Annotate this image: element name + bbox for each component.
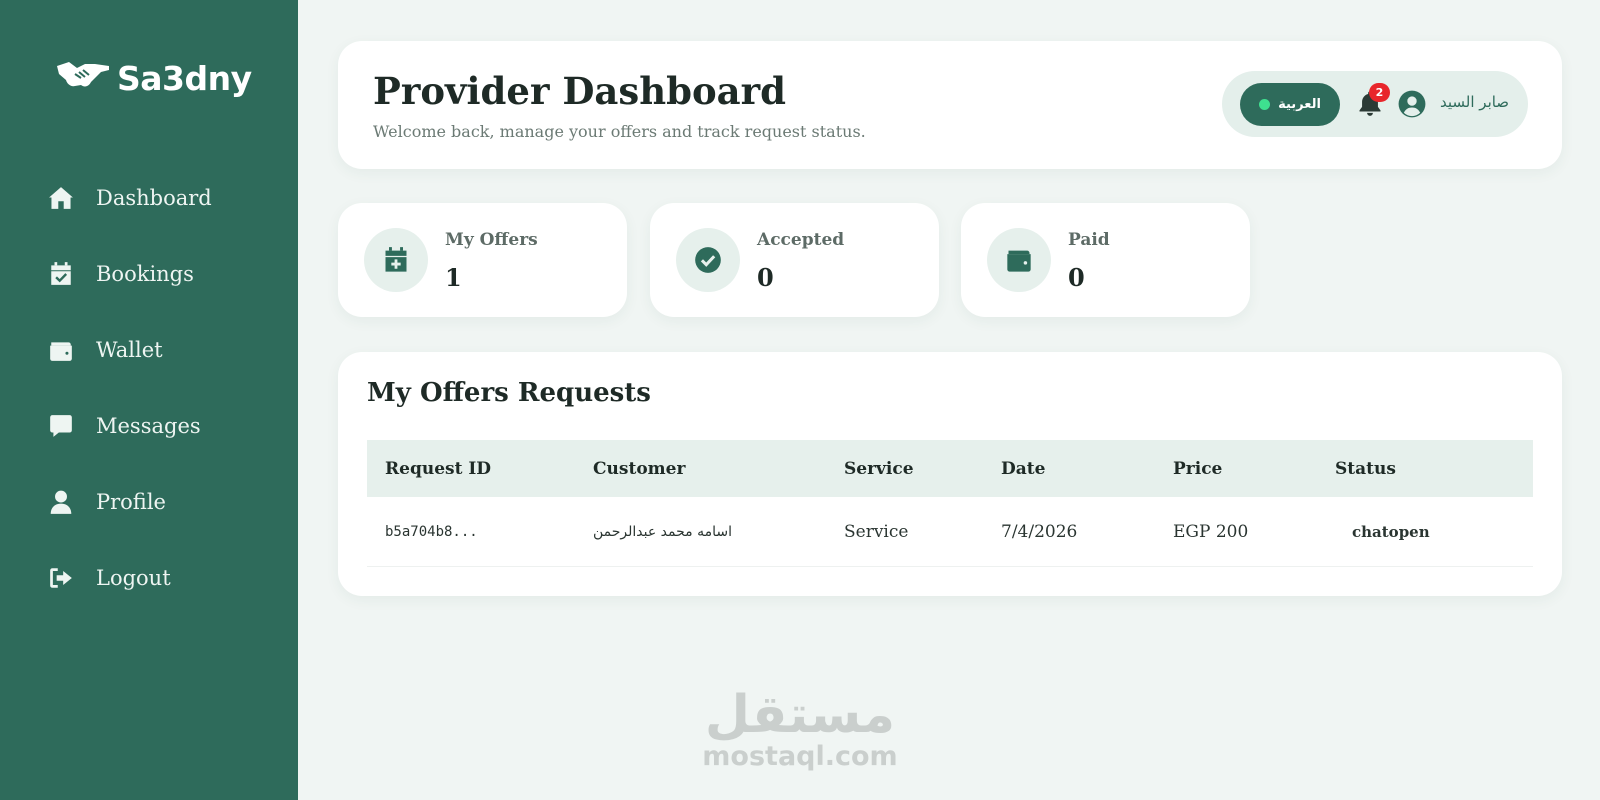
user-icon	[46, 487, 76, 517]
watermark: مستقل mostaql.com	[700, 688, 900, 772]
handshake-icon	[55, 58, 111, 98]
sidebar-item-wallet[interactable]: Wallet	[46, 330, 212, 370]
check-circle-icon	[676, 228, 740, 292]
column-header-request-id: Request ID	[385, 458, 492, 479]
avatar[interactable]	[1398, 90, 1426, 118]
brand-logo[interactable]: Sa3dny	[55, 58, 252, 98]
sidebar-item-label: Wallet	[96, 338, 163, 362]
service-cell: Service	[844, 521, 909, 542]
sidebar: Sa3dny Dashboard Bookings Wallet Message…	[0, 0, 298, 800]
table-row[interactable]: b5a704b8... اسامه محمد عبدالرحمن Service…	[367, 497, 1533, 567]
sidebar-item-label: Logout	[96, 566, 171, 590]
date-cell: 7/4/2026	[1001, 521, 1078, 542]
sidebar-item-profile[interactable]: Profile	[46, 482, 212, 522]
stat-card-paid: Paid 0	[961, 203, 1250, 317]
customer-cell: اسامه محمد عبدالرحمن	[593, 523, 732, 540]
wallet-icon	[46, 335, 76, 365]
table-header: Request ID Customer Service Date Price S…	[367, 440, 1533, 497]
page-subtitle: Welcome back, manage your offers and tra…	[373, 122, 866, 141]
bell-icon	[1356, 91, 1384, 121]
language-toggle-button[interactable]: العربية	[1240, 83, 1340, 126]
message-icon	[46, 411, 76, 441]
price-cell: EGP 200	[1173, 521, 1249, 542]
watermark-english: mostaql.com	[702, 741, 898, 772]
sidebar-item-logout[interactable]: Logout	[46, 558, 212, 598]
notification-badge: 2	[1369, 83, 1390, 102]
column-header-status: Status	[1335, 458, 1396, 479]
user-circle-icon	[1398, 90, 1426, 118]
offers-requests-card: My Offers Requests Request ID Customer S…	[338, 352, 1562, 596]
sidebar-item-label: Profile	[96, 490, 166, 514]
sidebar-item-label: Bookings	[96, 262, 194, 286]
stat-label: Paid	[1068, 230, 1110, 250]
column-header-date: Date	[1001, 458, 1046, 479]
sidebar-item-messages[interactable]: Messages	[46, 406, 212, 446]
sidebar-item-dashboard[interactable]: Dashboard	[46, 178, 212, 218]
stat-label: Accepted	[757, 230, 845, 250]
status-cell: chatopen	[1335, 497, 1430, 566]
stat-label: My Offers	[445, 230, 538, 250]
calendar-check-icon	[46, 259, 76, 289]
status-badge: chatopen	[1352, 522, 1430, 541]
user-name: صابر السيد	[1440, 93, 1510, 111]
stat-value: 0	[1068, 263, 1085, 292]
online-dot-icon	[1259, 99, 1271, 110]
notifications-button[interactable]: 2	[1356, 83, 1390, 121]
calendar-plus-icon	[364, 228, 428, 292]
logout-icon	[46, 563, 76, 593]
user-toolbar: العربية 2 صابر السيد	[1222, 71, 1528, 137]
wallet-icon	[987, 228, 1051, 292]
request-id-cell: b5a704b8...	[385, 523, 478, 540]
stat-card-accepted: Accepted 0	[650, 203, 939, 317]
column-header-price: Price	[1173, 458, 1223, 479]
stat-card-my-offers: My Offers 1	[338, 203, 627, 317]
home-icon	[46, 183, 76, 213]
column-header-service: Service	[844, 458, 914, 479]
page-header: Provider Dashboard Welcome back, manage …	[338, 41, 1562, 169]
requests-table: Request ID Customer Service Date Price S…	[367, 440, 1533, 567]
section-title: My Offers Requests	[367, 378, 651, 408]
sidebar-nav: Dashboard Bookings Wallet Messages Profi…	[46, 178, 212, 634]
sidebar-item-label: Messages	[96, 414, 201, 438]
stat-value: 1	[445, 263, 462, 292]
column-header-customer: Customer	[593, 458, 686, 479]
sidebar-item-label: Dashboard	[96, 186, 212, 210]
sidebar-item-bookings[interactable]: Bookings	[46, 254, 212, 294]
stat-value: 0	[757, 263, 774, 292]
language-label: العربية	[1278, 97, 1321, 112]
page-title: Provider Dashboard	[373, 69, 787, 113]
brand-name: Sa3dny	[117, 58, 252, 98]
watermark-arabic: مستقل	[704, 685, 896, 745]
